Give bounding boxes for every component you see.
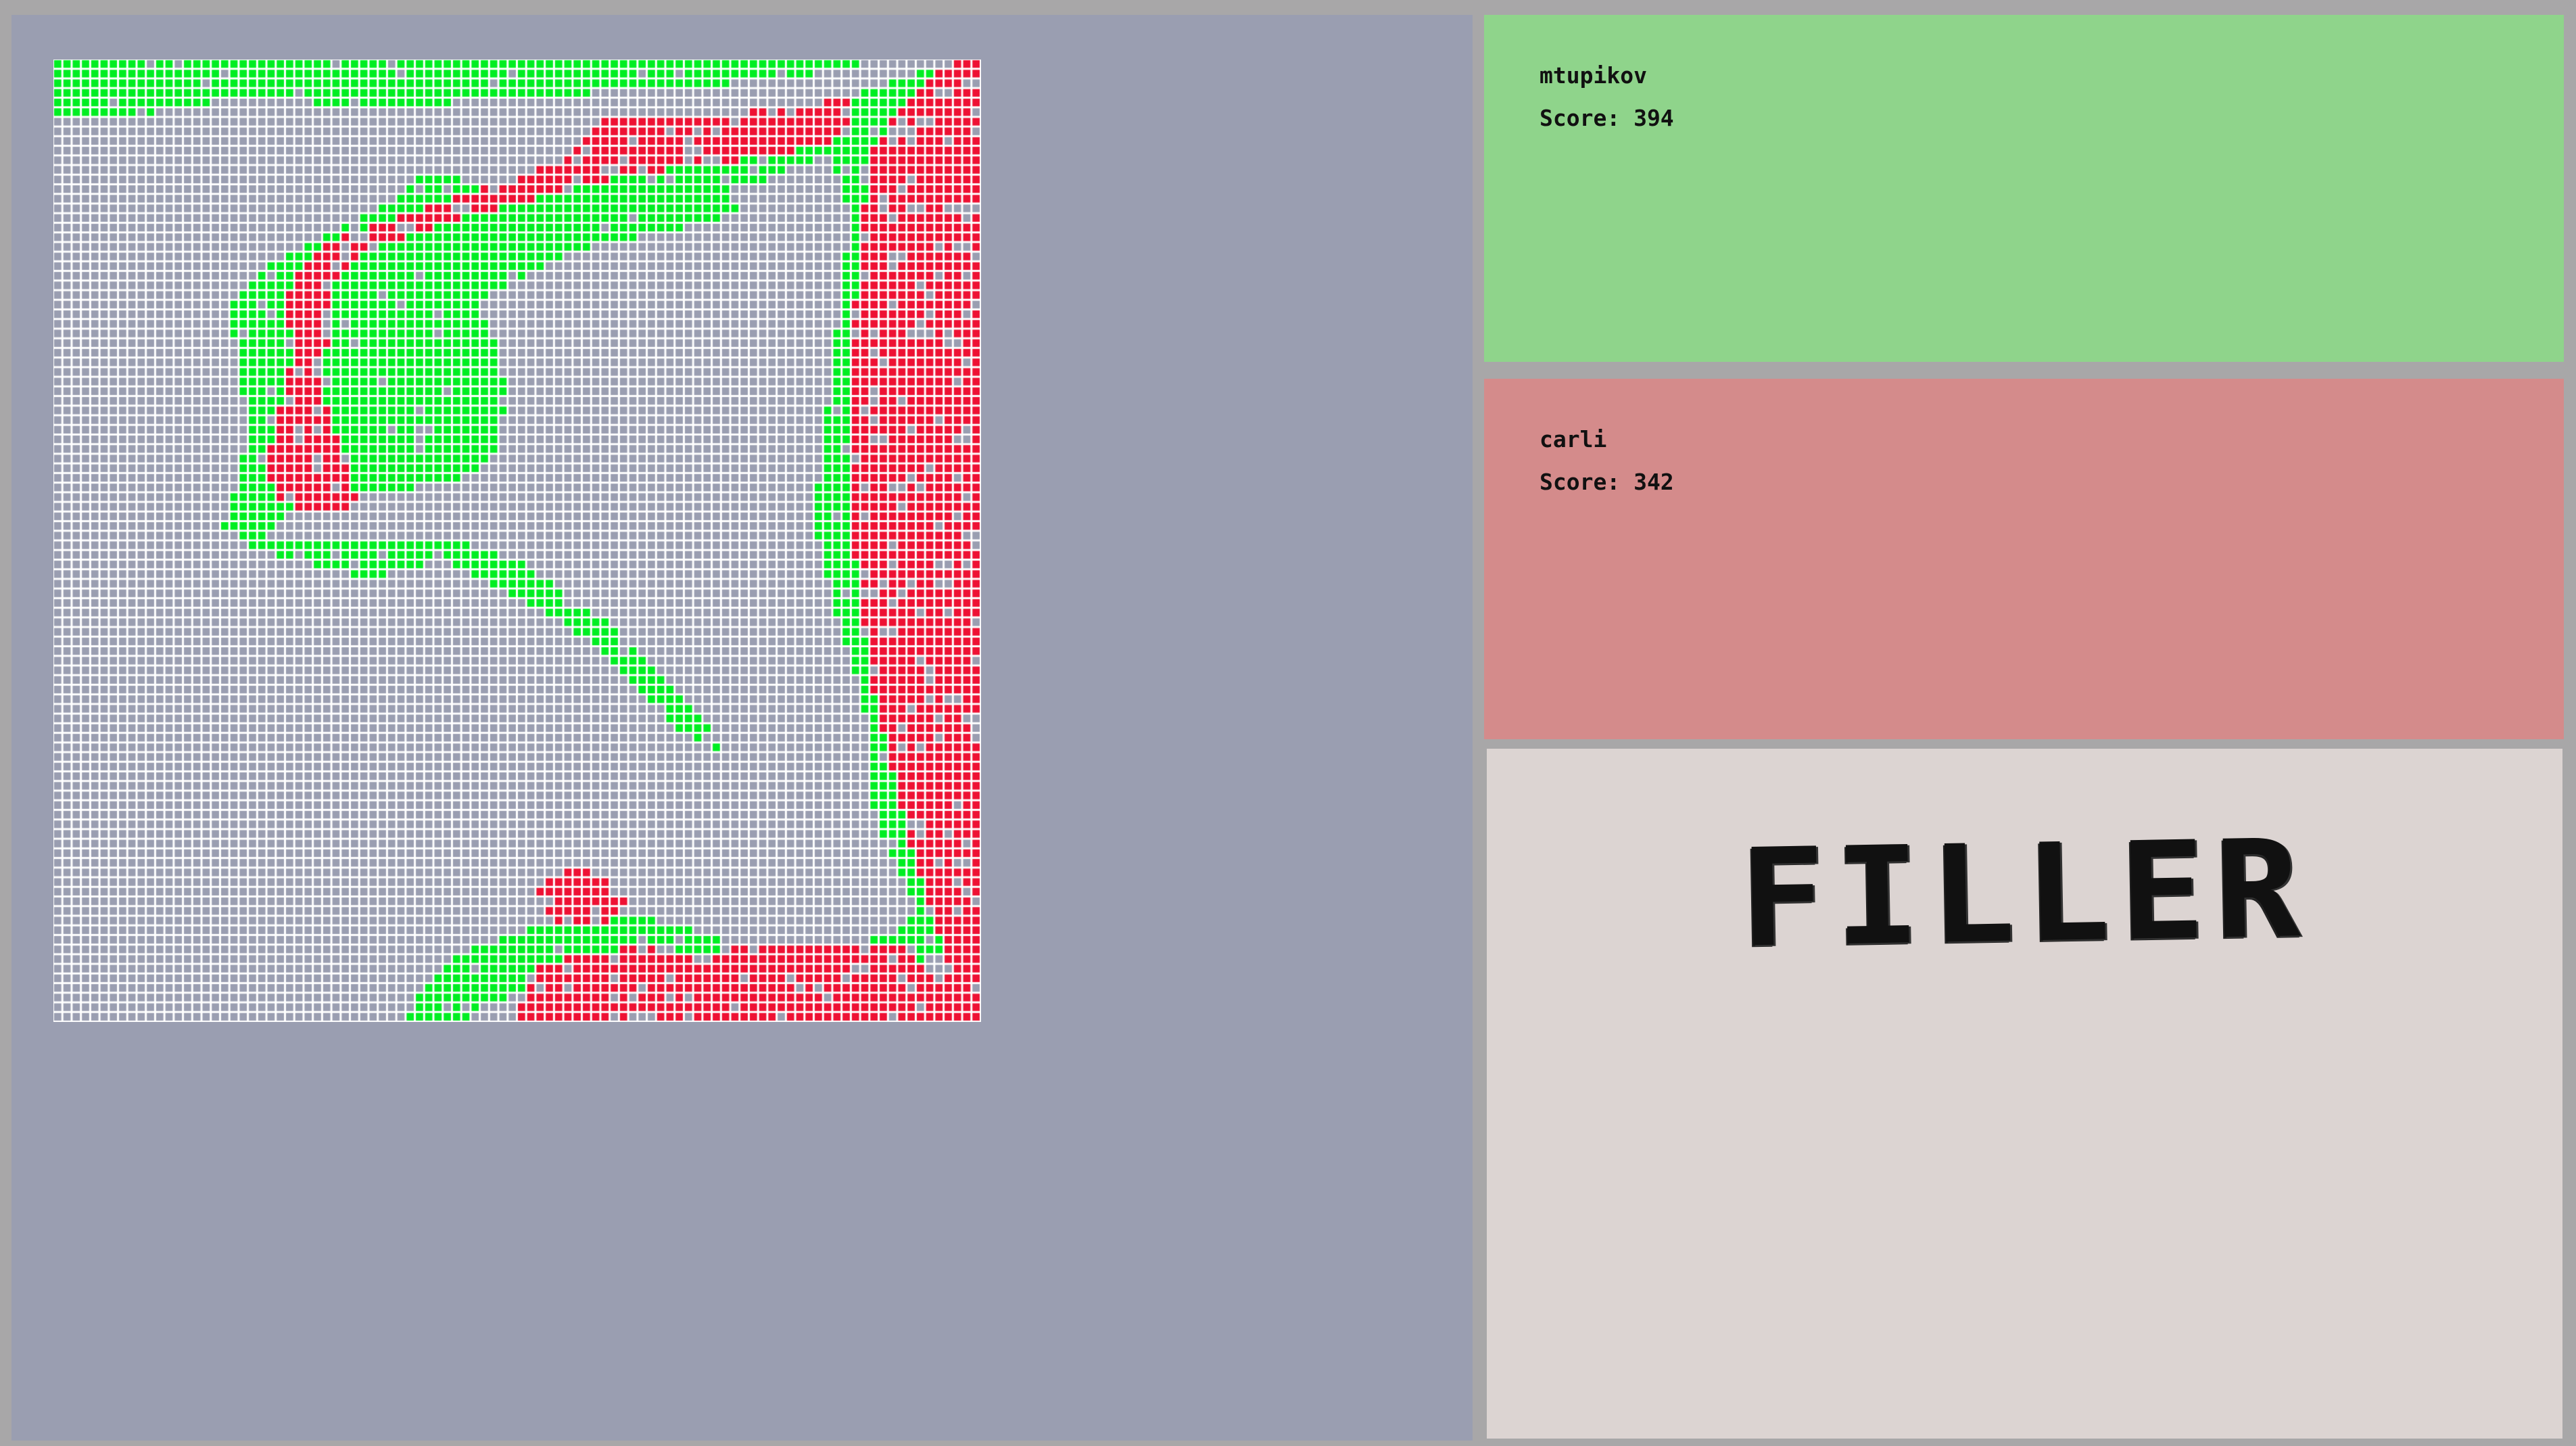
player-2-card: carli Score: 342 xyxy=(1484,379,2564,739)
logo-panel: FILLER xyxy=(1487,749,2562,1439)
game-board xyxy=(53,60,981,1022)
player-1-card: mtupikov Score: 394 xyxy=(1484,15,2564,362)
filler-game-window: mtupikov Score: 394 carli Score: 342 FIL… xyxy=(0,0,2576,1446)
filler-logo: FILLER xyxy=(1738,810,2311,978)
player-2-score: Score: 342 xyxy=(1540,469,1674,495)
player-1-name: mtupikov xyxy=(1540,62,1647,89)
board-panel xyxy=(11,15,1473,1441)
player-2-name: carli xyxy=(1540,426,1607,452)
player-1-score: Score: 394 xyxy=(1540,105,1674,131)
